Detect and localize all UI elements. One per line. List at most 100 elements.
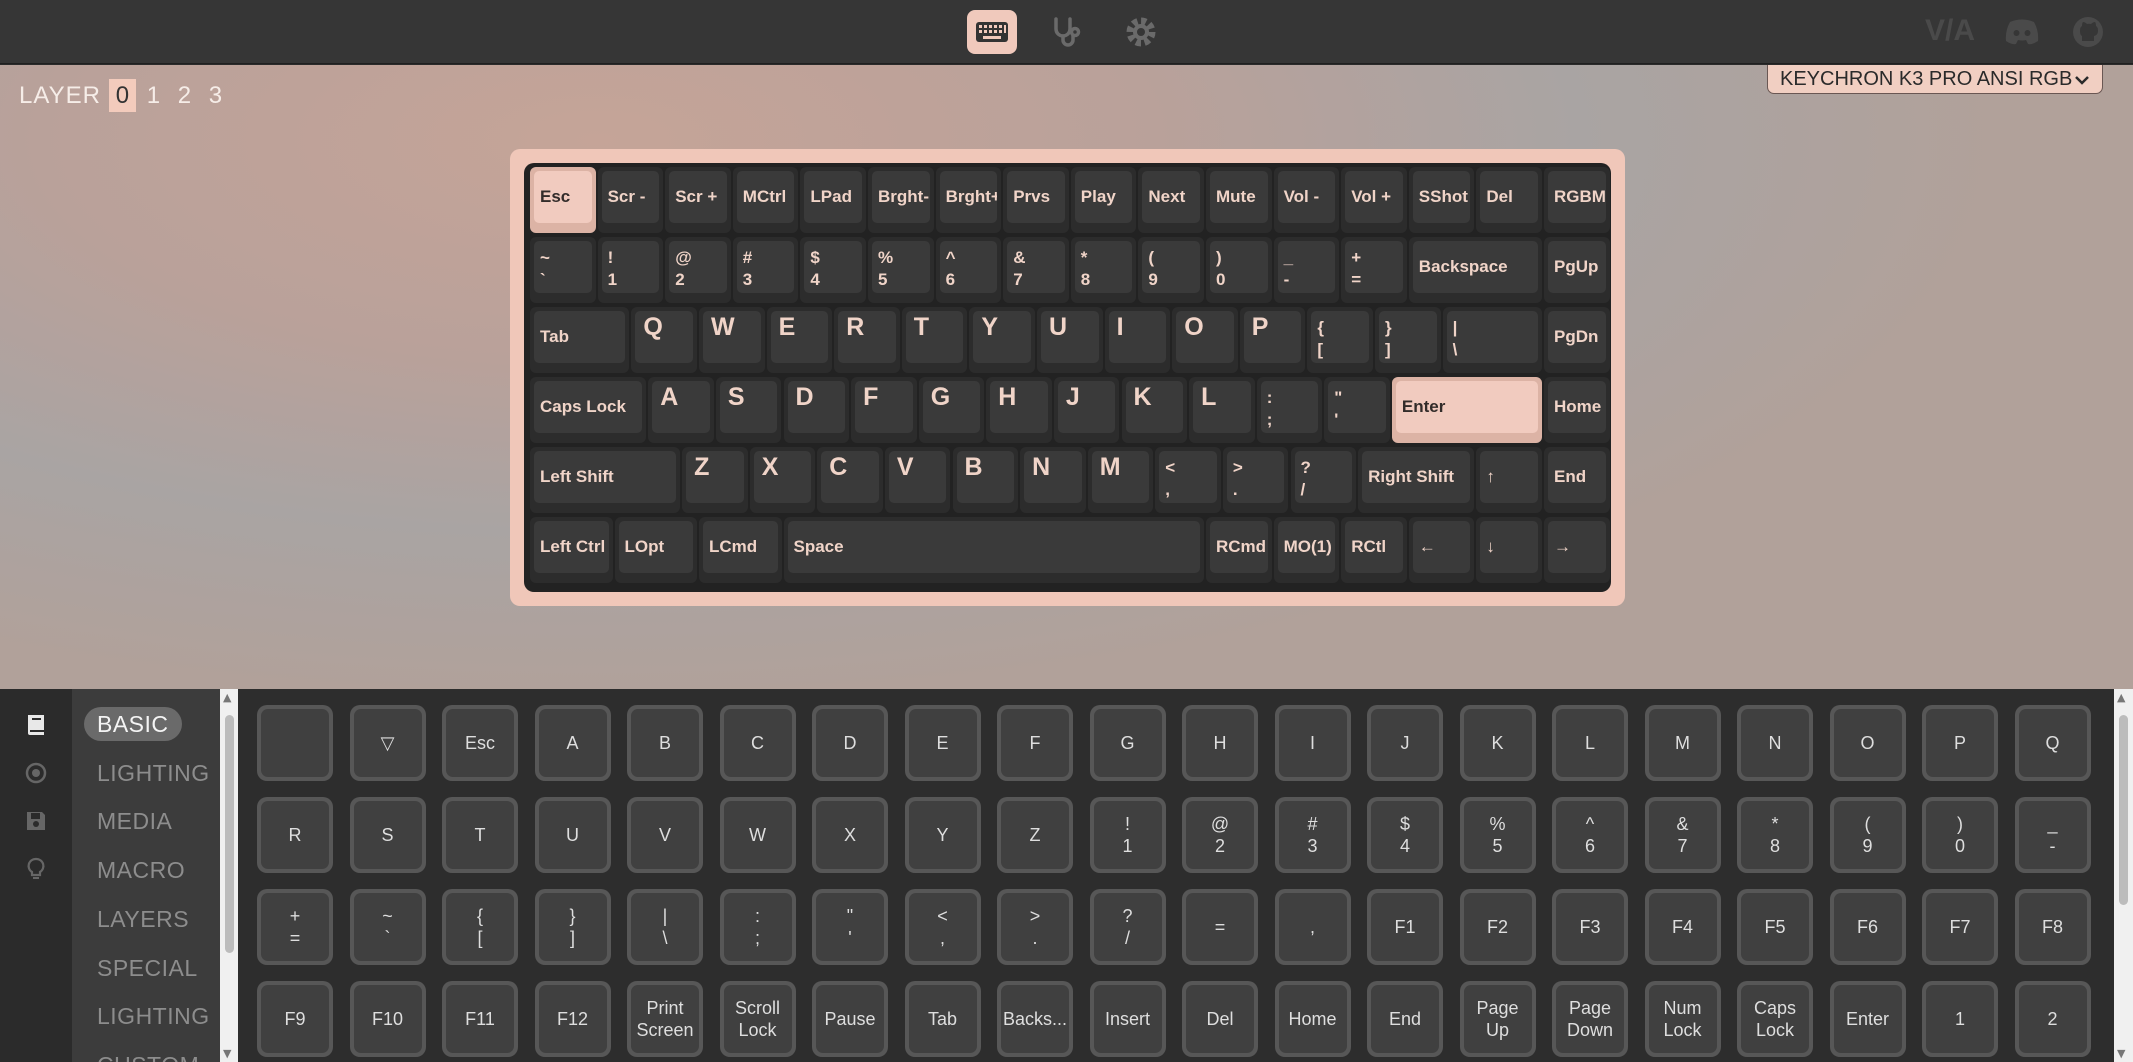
keycode-x[interactable]: X [812, 797, 888, 873]
keycode-f6[interactable]: F6 [1829, 889, 1906, 965]
key-pgup[interactable]: PgUp [1544, 237, 1610, 303]
keycode-1[interactable]: ! 1 [1089, 797, 1166, 873]
keycode-sym[interactable]: ~ ` [349, 889, 426, 965]
keycode-p[interactable]: P [1922, 705, 1998, 781]
keycode-num-lock[interactable]: Num Lock [1644, 981, 1721, 1057]
keycode-backs[interactable]: Backs... [997, 981, 1073, 1057]
menu-scrollbar-thumb[interactable] [225, 715, 234, 953]
key-7[interactable]: & 7 [1003, 237, 1069, 303]
key-h[interactable]: H [986, 377, 1052, 443]
key-0[interactable]: ) 0 [1206, 237, 1272, 303]
key-u[interactable]: U [1037, 307, 1103, 373]
key-next[interactable]: Next [1138, 167, 1204, 233]
keycode-f9[interactable]: F9 [257, 981, 333, 1057]
scroll-up-arrow[interactable]: ▲ [223, 692, 231, 703]
key-p[interactable]: P [1239, 307, 1306, 373]
key-c[interactable]: C [817, 447, 883, 513]
grid-scrollbar-thumb[interactable] [2119, 715, 2128, 905]
keycode-7[interactable]: & 7 [1644, 797, 1721, 873]
record-icon[interactable] [20, 757, 52, 789]
key-sym[interactable]: {[ [1307, 307, 1373, 373]
key-brght[interactable]: Brght- [868, 167, 934, 233]
keycode-f1[interactable]: F1 [1367, 889, 1443, 965]
keycode-pause[interactable]: Pause [812, 981, 888, 1057]
keycode-sym[interactable]: { [ [442, 889, 518, 965]
key-space[interactable]: Space [783, 517, 1204, 583]
keycode-sym[interactable]: < , [904, 889, 981, 965]
keycode-sym[interactable]: | \ [627, 889, 703, 965]
key-scr[interactable]: Scr + [665, 167, 731, 233]
key-del[interactable]: Del [1476, 167, 1542, 233]
keycode-z[interactable]: Z [997, 797, 1073, 873]
key-i[interactable]: I [1104, 307, 1171, 373]
keycode-m[interactable]: M [1644, 705, 1721, 781]
menu-item-basic[interactable]: BASIC [84, 707, 182, 741]
keycode-f4[interactable]: F4 [1644, 889, 1721, 965]
github-icon[interactable] [2063, 10, 2113, 54]
scroll-down-arrow[interactable]: ▼ [223, 1048, 231, 1059]
keycode-sym[interactable]: + = [257, 889, 333, 965]
key-sym[interactable]: | \ [1442, 307, 1542, 373]
scroll-down-arrow[interactable]: ▼ [2117, 1048, 2125, 1059]
keycode-e[interactable]: E [904, 705, 981, 781]
layer-3-button[interactable]: 3 [202, 79, 229, 112]
keycode-f[interactable]: F [997, 705, 1073, 781]
key-m[interactable]: M [1087, 447, 1154, 513]
menu-item-media[interactable]: MEDIA [84, 804, 185, 838]
keycode-8[interactable]: * 8 [1737, 797, 1813, 873]
key-sym[interactable]: → [1544, 517, 1610, 583]
gear-icon[interactable] [1116, 10, 1166, 54]
keycode-esc[interactable]: Esc [442, 705, 518, 781]
keycode-sym[interactable]: } ] [534, 889, 611, 965]
keycode-b[interactable]: B [627, 705, 703, 781]
keycode-c[interactable]: C [719, 705, 796, 781]
key-n[interactable]: N [1020, 447, 1086, 513]
keycode-sym[interactable]: ? / [1089, 889, 1166, 965]
keycode-l[interactable]: L [1552, 705, 1628, 781]
key-sym[interactable]: }] [1375, 307, 1441, 373]
key-brght[interactable]: Brght+ [935, 167, 1002, 233]
key-sym[interactable]: " ' [1324, 377, 1390, 443]
key-sym[interactable]: :; [1256, 377, 1323, 443]
keycode-sym[interactable]: > . [997, 889, 1073, 965]
scroll-up-arrow[interactable]: ▲ [2117, 692, 2125, 703]
keycode-k[interactable]: K [1459, 705, 1536, 781]
key-rgbmo[interactable]: RGBMo [1544, 167, 1610, 233]
keycode-h[interactable]: H [1182, 705, 1258, 781]
keycode-del[interactable]: Del [1182, 981, 1258, 1057]
menu-scrollbar[interactable]: ▲ ▼ [220, 689, 238, 1062]
menu-item-layers[interactable]: LAYERS [84, 902, 202, 936]
keycode-9[interactable]: ( 9 [1829, 797, 1906, 873]
key-t[interactable]: T [901, 307, 968, 373]
key-mo-1[interactable]: MO(1) [1273, 517, 1340, 583]
key-j[interactable]: J [1053, 377, 1120, 443]
key-mctrl[interactable]: MCtrl [732, 167, 799, 233]
keycode-a[interactable]: A [534, 705, 611, 781]
key-d[interactable]: D [783, 377, 850, 443]
key-6[interactable]: ^ 6 [935, 237, 1002, 303]
keycode-6[interactable]: ^ 6 [1552, 797, 1628, 873]
key-8[interactable]: * 8 [1070, 237, 1137, 303]
key-rcmd[interactable]: RCmd [1206, 517, 1272, 583]
key-sshot[interactable]: SShot [1408, 167, 1475, 233]
key-v[interactable]: V [884, 447, 951, 513]
key-2[interactable]: @2 [665, 237, 731, 303]
keyboard-icon[interactable] [967, 10, 1017, 54]
keycode-tab[interactable]: Tab [904, 981, 981, 1057]
keycode-y[interactable]: Y [904, 797, 981, 873]
menu-item-macro[interactable]: MACRO [84, 853, 198, 887]
key-vol[interactable]: Vol + [1341, 167, 1407, 233]
keycode-page-up[interactable]: Page Up [1459, 981, 1536, 1057]
keycode-1[interactable]: 1 [1922, 981, 1998, 1057]
key-sym[interactable]: ← [1408, 517, 1475, 583]
key-vol[interactable]: Vol - [1273, 167, 1340, 233]
key-3[interactable]: #3 [732, 237, 799, 303]
key-play[interactable]: Play [1070, 167, 1137, 233]
key-right-shift[interactable]: Right Shift [1358, 447, 1475, 513]
keycode-scroll-lock[interactable]: Scroll Lock [719, 981, 796, 1057]
keycode-s[interactable]: S [349, 797, 426, 873]
keycode-r[interactable]: R [257, 797, 333, 873]
keycode-f11[interactable]: F11 [442, 981, 518, 1057]
key-q[interactable]: Q [631, 307, 697, 373]
key-tab[interactable]: Tab [530, 307, 630, 373]
